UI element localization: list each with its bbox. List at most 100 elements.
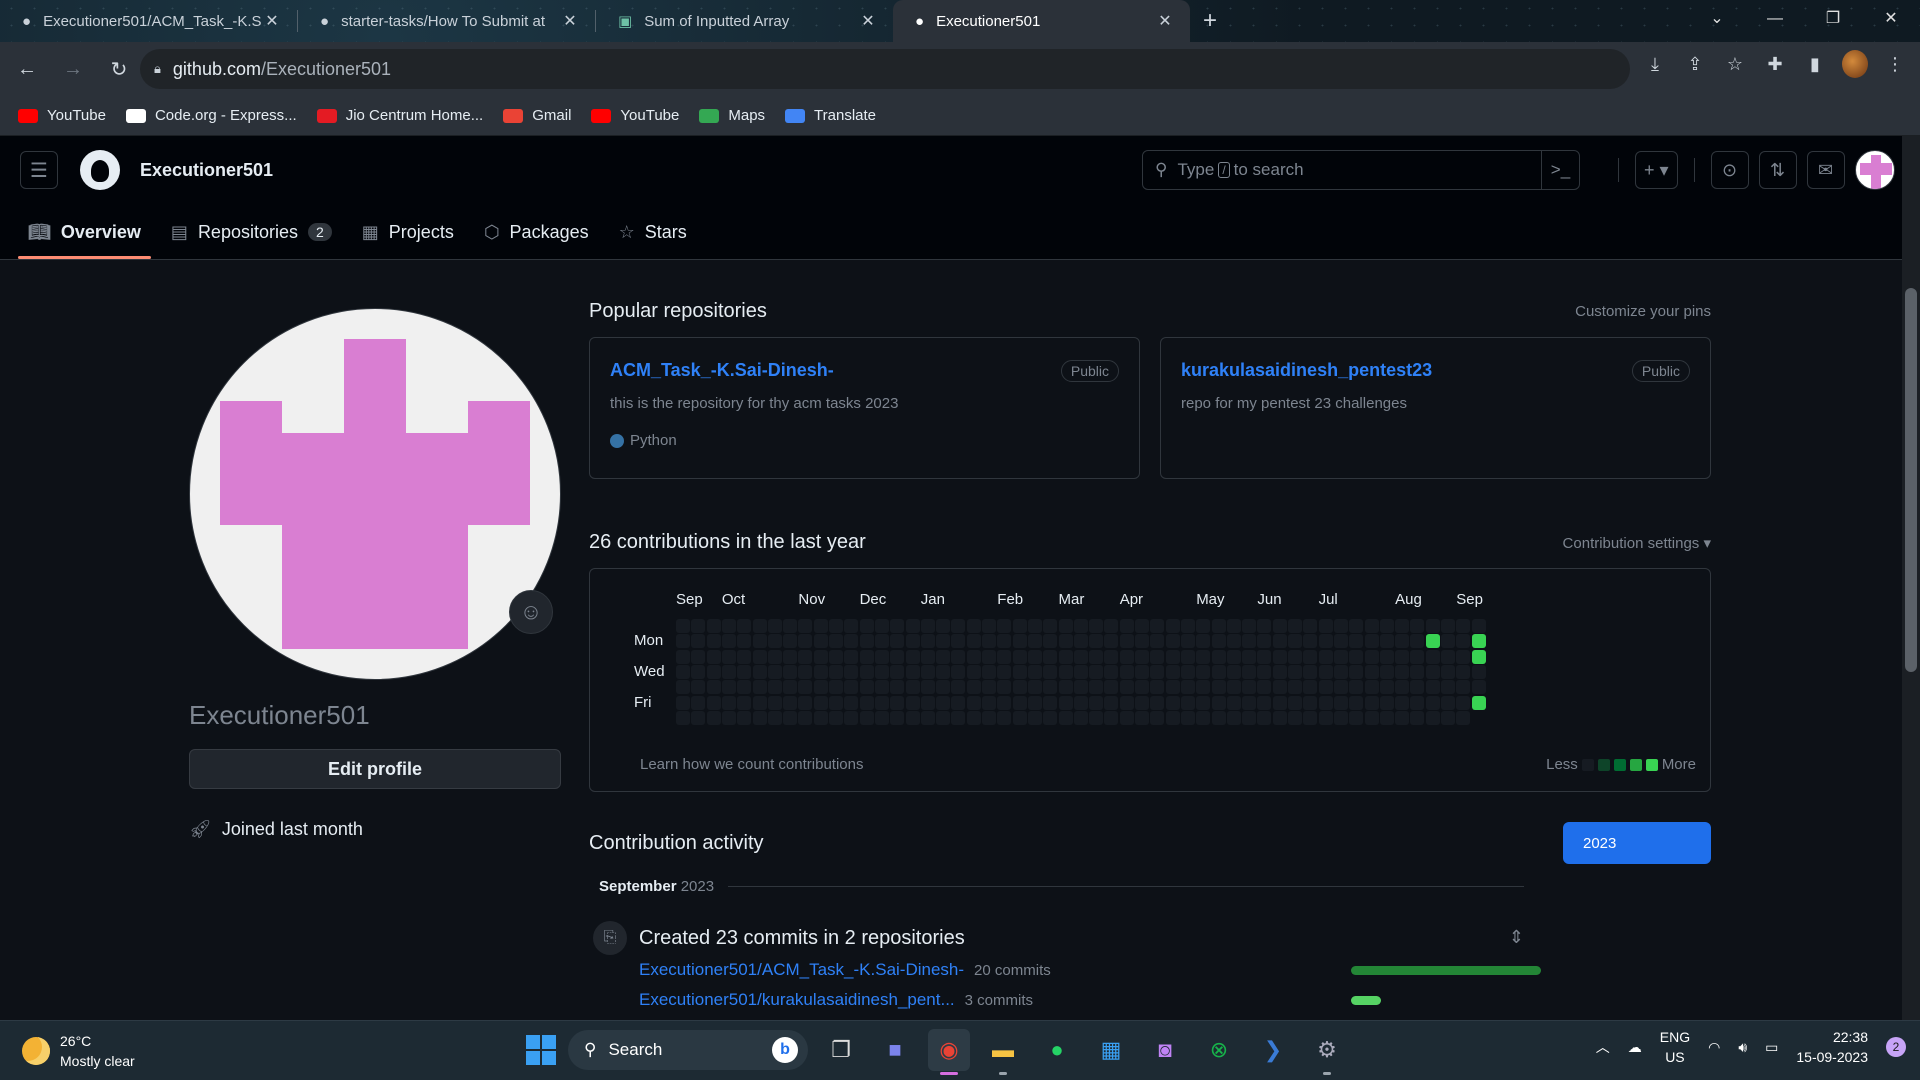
contribution-day-cell[interactable] (767, 634, 782, 649)
contribution-day-cell[interactable] (1456, 649, 1471, 664)
contribution-day-cell[interactable] (706, 680, 721, 695)
contribution-day-cell[interactable] (936, 710, 951, 725)
contribution-day-cell[interactable] (1165, 634, 1180, 649)
contribution-day-cell[interactable] (1012, 695, 1027, 710)
contribution-day-cell[interactable] (874, 664, 889, 679)
wifi-icon[interactable]: ◠ (1708, 1039, 1720, 1056)
contribution-day-cell[interactable] (1196, 664, 1211, 679)
contribution-day-cell[interactable] (997, 664, 1012, 679)
contribution-day-cell[interactable] (691, 695, 706, 710)
contribution-day-cell[interactable] (1165, 619, 1180, 633)
contribution-day-cell[interactable] (1211, 695, 1226, 710)
contribution-day-cell[interactable] (691, 619, 706, 633)
browser-tab-2[interactable]: ● starter-tasks/How To Submit at ✕ (298, 0, 595, 42)
contribution-day-cell[interactable] (1058, 649, 1073, 664)
contribution-day-cell[interactable] (982, 634, 996, 649)
contribution-day-cell[interactable] (798, 619, 813, 633)
clock[interactable]: 22:38 15-09-2023 (1796, 1027, 1868, 1067)
contribution-day-cell[interactable] (691, 649, 706, 664)
contribution-day-cell[interactable] (936, 649, 951, 664)
contribution-day-cell[interactable] (920, 634, 935, 649)
contribution-day-cell[interactable] (1165, 695, 1180, 710)
contribution-day-cell[interactable] (966, 710, 981, 725)
contribution-day-cell[interactable] (966, 680, 981, 695)
contribution-day-cell[interactable] (1318, 680, 1333, 695)
contribution-day-cell[interactable] (737, 649, 752, 664)
contribution-day-cell[interactable] (1012, 634, 1027, 649)
contribution-day-cell[interactable] (982, 664, 996, 679)
contribution-day-cell[interactable] (1395, 680, 1410, 695)
contribution-day-cell[interactable] (1349, 680, 1364, 695)
contribution-day-cell[interactable] (1379, 680, 1394, 695)
task-view-icon[interactable]: ❐ (820, 1029, 862, 1071)
contribution-day-cell[interactable] (1410, 664, 1425, 679)
contribution-day-cell[interactable] (1441, 710, 1455, 725)
contribution-day-cell[interactable] (1257, 649, 1272, 664)
contribution-day-cell[interactable] (1104, 695, 1119, 710)
contribution-day-cell[interactable] (1441, 680, 1455, 695)
page-scrollbar[interactable] (1902, 136, 1920, 1020)
contribution-day-cell[interactable] (767, 695, 782, 710)
contribution-day-cell[interactable] (767, 619, 782, 633)
contribution-day-cell[interactable] (1150, 680, 1165, 695)
contribution-day-cell[interactable] (936, 619, 951, 633)
chevron-up-icon[interactable]: ︿ (1596, 1037, 1610, 1057)
contribution-day-cell[interactable] (1379, 649, 1394, 664)
contribution-day-cell[interactable] (1471, 619, 1486, 633)
bookmark-item[interactable]: Translate (785, 107, 876, 124)
contribution-day-cell[interactable] (1058, 634, 1073, 649)
contribution-day-cell[interactable] (1104, 649, 1119, 664)
contribution-day-cell[interactable] (1288, 664, 1302, 679)
contribution-day-cell[interactable] (844, 695, 859, 710)
contribution-day-cell[interactable] (1180, 680, 1195, 695)
contribution-day-cell[interactable] (1165, 664, 1180, 679)
contribution-day-cell[interactable] (859, 619, 874, 633)
commit-repo-link[interactable]: Executioner501/ACM_Task_-K.Sai-Dinesh- (639, 960, 964, 980)
contribution-day-cell[interactable] (1089, 649, 1104, 664)
tab-repositories[interactable]: ▤ Repositories 2 (161, 208, 342, 256)
bookmark-item[interactable]: Gmail (503, 107, 571, 124)
contribution-day-cell[interactable] (798, 664, 813, 679)
contribution-day-cell[interactable] (1288, 710, 1302, 725)
contribution-day-cell[interactable] (997, 710, 1012, 725)
profile-avatar[interactable] (189, 308, 561, 680)
contribution-day-cell[interactable] (1058, 664, 1073, 679)
contribution-day-cell[interactable] (1333, 695, 1348, 710)
chrome-icon[interactable]: ◉ (928, 1029, 970, 1075)
contribution-day-cell[interactable] (1211, 634, 1226, 649)
contribution-day-cell[interactable] (752, 680, 767, 695)
contribution-day-cell[interactable] (798, 710, 813, 725)
contribution-day-cell[interactable] (1104, 619, 1119, 633)
contribution-day-cell[interactable] (1318, 649, 1333, 664)
contribution-day-cell[interactable] (1073, 680, 1088, 695)
contribution-day-cell[interactable] (829, 634, 843, 649)
hamburger-menu-button[interactable]: ☰ (20, 151, 58, 189)
contribution-day-cell[interactable] (767, 664, 782, 679)
contribution-day-cell[interactable] (1364, 680, 1379, 695)
contribution-day-cell[interactable] (1242, 664, 1257, 679)
contribution-day-cell[interactable] (676, 664, 690, 679)
contribution-day-cell[interactable] (1180, 634, 1195, 649)
contribution-day-cell[interactable] (1104, 634, 1119, 649)
contribution-day-cell[interactable] (691, 680, 706, 695)
contribution-day-cell[interactable] (997, 649, 1012, 664)
contribution-day-cell[interactable] (1043, 710, 1058, 725)
contribution-day-cell[interactable] (1272, 695, 1287, 710)
contribution-day-cell[interactable] (798, 680, 813, 695)
contribution-day-cell[interactable] (966, 664, 981, 679)
contribution-day-cell[interactable] (1242, 619, 1257, 633)
contribution-day-cell[interactable] (1395, 695, 1410, 710)
contribution-day-cell[interactable] (1089, 634, 1104, 649)
close-icon[interactable]: ✕ (857, 11, 879, 31)
contribution-day-cell[interactable] (874, 619, 889, 633)
contribution-day-cell[interactable] (676, 710, 690, 725)
close-window-button[interactable]: ✕ (1862, 0, 1920, 38)
contribution-day-cell[interactable] (1226, 634, 1241, 649)
contribution-day-cell[interactable] (783, 680, 798, 695)
contribution-day-cell[interactable] (721, 649, 736, 664)
issues-icon[interactable]: ⊙ (1710, 151, 1749, 189)
contribution-day-cell[interactable] (1135, 695, 1149, 710)
contribution-day-cell[interactable] (951, 680, 966, 695)
contribution-day-cell[interactable] (1180, 649, 1195, 664)
new-tab-button[interactable]: + (1190, 7, 1230, 35)
